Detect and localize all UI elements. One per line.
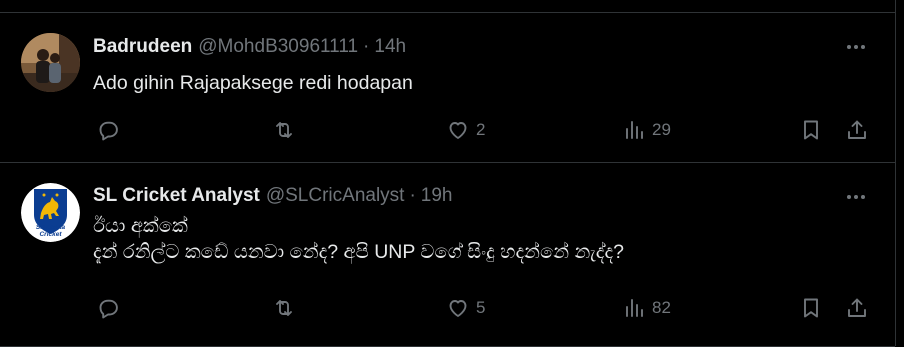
reply-icon bbox=[99, 121, 118, 141]
tweet-text-line: Ado gihin Rajapaksege redi hodapan bbox=[93, 72, 413, 94]
retweet-button[interactable] bbox=[272, 293, 302, 323]
tweet-text-line: දැන් රනිල්ට කඩේ යනවා නේද? අපි UNP වගේ සි… bbox=[93, 241, 624, 263]
tweet-actions: 5 82 bbox=[0, 293, 895, 323]
like-count: 5 bbox=[476, 298, 486, 317]
reply-icon bbox=[99, 299, 118, 319]
bookmark-button[interactable] bbox=[799, 293, 823, 323]
more-icon bbox=[847, 195, 851, 199]
views-icon bbox=[626, 299, 643, 317]
retweet-button[interactable] bbox=[272, 115, 302, 145]
views-button[interactable]: 29 bbox=[622, 115, 671, 145]
tweet-text: ඊයා අක්කේ දැන් රනිල්ට කඩේ යනවා නේද? අපි … bbox=[93, 213, 624, 265]
tweet[interactable]: Sri Lanka Cricket SL Cricket Analyst @SL… bbox=[0, 163, 895, 347]
timeline: Badrudeen @MohdB30961111 · 14h Ado gihin… bbox=[0, 0, 896, 347]
tweet-header: Badrudeen @MohdB30961111 · 14h bbox=[93, 35, 406, 59]
author-handle[interactable]: @SLCricAnalyst bbox=[266, 185, 405, 207]
like-button[interactable]: 2 bbox=[446, 115, 485, 145]
heart-icon bbox=[449, 122, 467, 139]
share-icon bbox=[848, 298, 866, 317]
sri-lanka-cricket-logo: Sri Lanka Cricket bbox=[21, 183, 80, 242]
share-icon bbox=[848, 120, 866, 139]
like-count: 2 bbox=[476, 120, 486, 139]
views-icon bbox=[626, 121, 643, 139]
more-options-button[interactable] bbox=[844, 35, 868, 59]
avatar[interactable]: Sri Lanka Cricket bbox=[21, 183, 80, 242]
more-options-button[interactable] bbox=[844, 185, 868, 209]
separator: · bbox=[409, 185, 416, 206]
share-button[interactable] bbox=[845, 293, 869, 323]
more-icon bbox=[847, 45, 851, 49]
like-button[interactable]: 5 bbox=[446, 293, 485, 323]
bookmark-icon bbox=[804, 120, 818, 140]
bookmark-icon bbox=[804, 298, 818, 318]
heart-icon bbox=[449, 300, 467, 317]
timestamp[interactable]: 14h bbox=[374, 36, 406, 58]
view-count: 29 bbox=[652, 120, 671, 139]
reply-button[interactable] bbox=[96, 115, 126, 145]
logo-text-line: Cricket bbox=[39, 231, 62, 238]
tweet-text: Ado gihin Rajapaksege redi hodapan bbox=[93, 70, 413, 96]
tweet-actions: 2 29 bbox=[0, 115, 895, 145]
retweet-icon bbox=[276, 300, 292, 316]
bookmark-button[interactable] bbox=[799, 115, 823, 145]
logo-text-line: Sri Lanka bbox=[36, 224, 66, 231]
avatar-photo bbox=[21, 33, 80, 92]
share-button[interactable] bbox=[845, 115, 869, 145]
author-name[interactable]: SL Cricket Analyst bbox=[93, 185, 260, 207]
author-name[interactable]: Badrudeen bbox=[93, 36, 192, 58]
tweet[interactable]: Badrudeen @MohdB30961111 · 14h Ado gihin… bbox=[0, 13, 895, 163]
tweet-text-line: ඊයා අක්කේ bbox=[93, 215, 188, 237]
separator: · bbox=[363, 36, 370, 57]
tweet-header: SL Cricket Analyst @SLCricAnalyst · 19h bbox=[93, 184, 452, 208]
reply-button[interactable] bbox=[96, 293, 126, 323]
view-count: 82 bbox=[652, 298, 671, 317]
avatar[interactable] bbox=[21, 33, 80, 92]
author-handle[interactable]: @MohdB30961111 bbox=[198, 36, 358, 58]
retweet-icon bbox=[276, 122, 292, 138]
timestamp[interactable]: 19h bbox=[421, 185, 453, 207]
views-button[interactable]: 82 bbox=[622, 293, 671, 323]
